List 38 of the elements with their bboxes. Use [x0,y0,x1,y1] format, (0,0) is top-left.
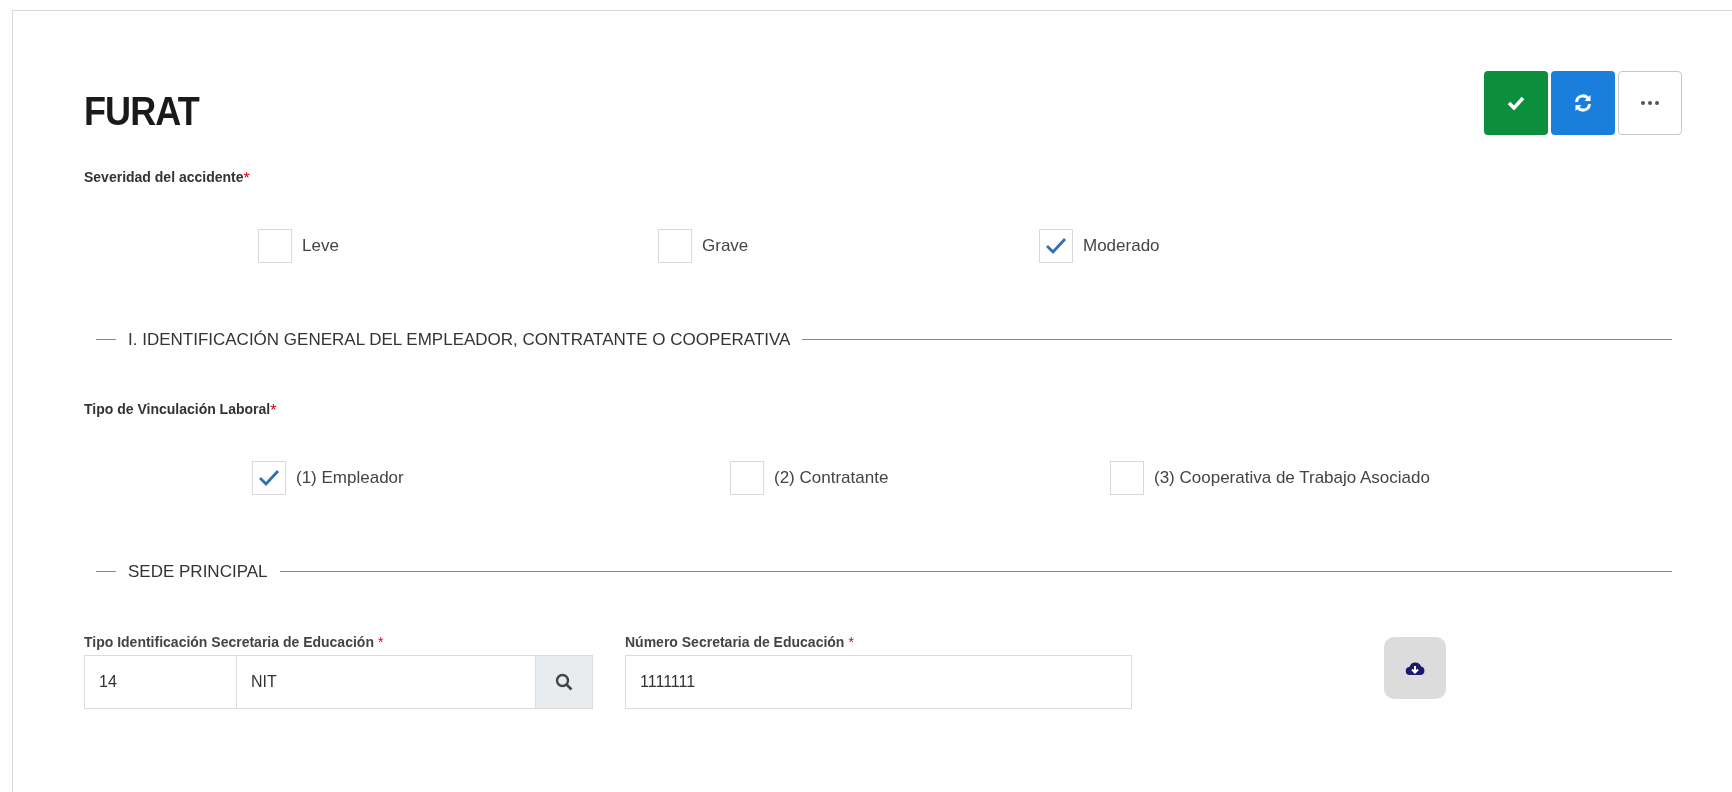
type-field[interactable]: NIT [237,655,535,709]
required-mark: * [377,633,384,652]
check-icon [1507,96,1525,110]
checkbox[interactable] [1039,229,1073,263]
page-title: FURAT [84,88,199,135]
search-button[interactable] [535,655,593,709]
refresh-icon [1573,93,1593,113]
checkbox-label: Moderado [1083,235,1160,258]
check-icon [258,468,280,487]
cloud-download-icon [1405,660,1425,676]
checkbox[interactable] [730,460,764,495]
required-mark: * [243,169,250,189]
upload-button[interactable] [1384,637,1446,699]
code-field[interactable]: 14 [84,655,237,709]
checkbox-label: Leve [302,235,339,258]
field-label: Tipo Identificación Secretaria de Educación [84,633,374,652]
required-mark: * [848,633,854,652]
checkbox-label: (2) Contratante [774,466,889,489]
field-label: Número Secretaria de Educación [625,633,845,652]
field-label: Tipo de Vinculación Laboral [84,399,271,419]
checkbox[interactable] [658,229,692,263]
checkbox-label: Grave [702,235,749,258]
section-heading: SEDE PRINCIPAL [128,560,268,583]
checkbox-label: (3) Cooperativa de Trabajo Asociado [1154,466,1430,489]
refresh-button[interactable] [1551,71,1615,135]
more-button[interactable] [1618,71,1682,135]
number-field[interactable]: 1111111 [625,655,1132,709]
field-label: Severidad del accidente [84,168,244,187]
section-heading: I. IDENTIFICACIÓN GENERAL DEL EMPLEADOR, CONTRATANTE O COOPERATIVA [128,329,791,351]
required-mark: * [270,400,277,421]
checkbox-label: (1) Empleador [296,466,404,489]
more-icon [1641,101,1659,105]
checkbox[interactable] [252,460,286,495]
checkbox[interactable] [1110,460,1144,495]
confirm-button[interactable] [1484,71,1548,135]
search-icon [555,673,573,691]
check-icon [1045,237,1067,255]
checkbox[interactable] [258,229,292,263]
